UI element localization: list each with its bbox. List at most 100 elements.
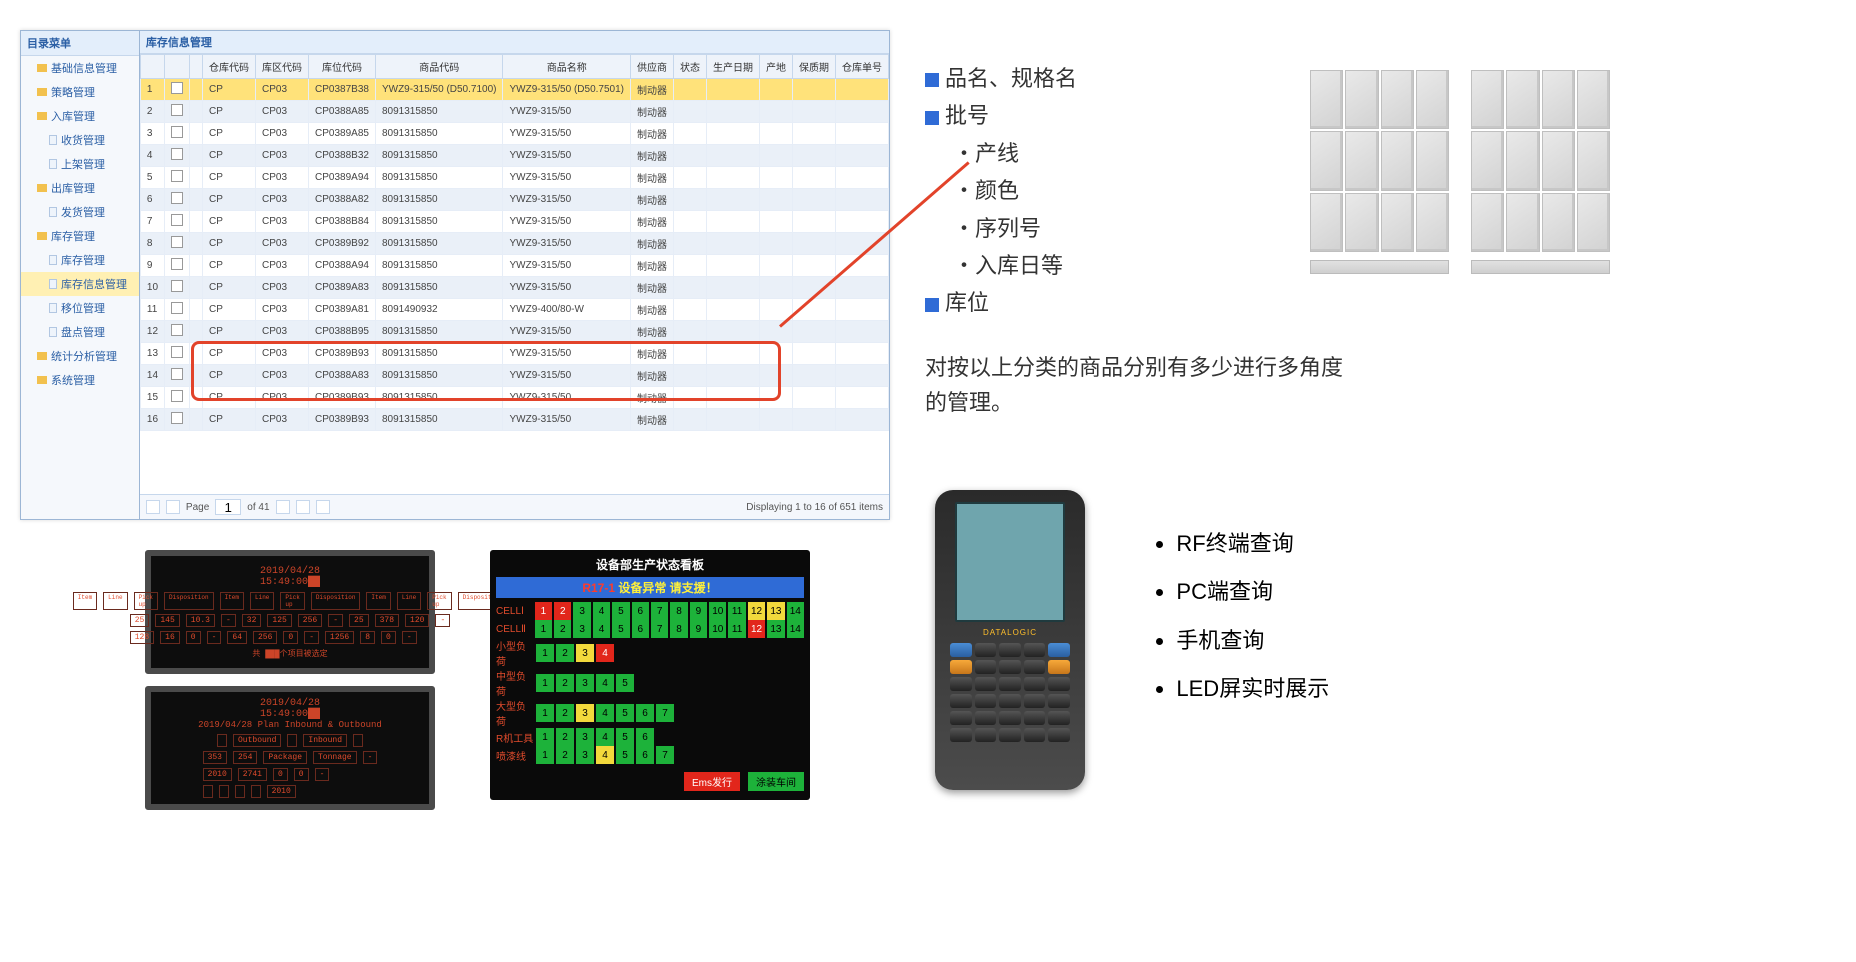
table-row[interactable]: 1CPCP03CP0387B38YWZ9-315/50 (D50.7100)YW… <box>140 79 888 101</box>
column-header[interactable]: 供应商 <box>631 55 674 79</box>
table-row[interactable]: 2CPCP03CP0388A858091315850YWZ9-315/50制动器 <box>140 101 888 123</box>
row-checkbox[interactable] <box>171 324 183 336</box>
description-text: 对按以上分类的商品分别有多少进行多角度的管理。 <box>925 350 1355 420</box>
column-header[interactable]: 状态 <box>674 55 707 79</box>
pager-page-label: Page <box>186 502 209 513</box>
square-bullet-icon <box>925 111 939 125</box>
wms-nav-item[interactable]: 上架管理 <box>21 152 139 176</box>
table-row[interactable]: 15CPCP03CP0389B938091315850YWZ9-315/50制动… <box>140 387 888 409</box>
wms-nav-item[interactable]: 系统管理 <box>21 368 139 392</box>
row-checkbox[interactable] <box>171 368 183 380</box>
column-header[interactable]: 商品代码 <box>375 55 503 79</box>
table-row[interactable]: 14CPCP03CP0388A838091315850YWZ9-315/50制动… <box>140 365 888 387</box>
andon-paint-button[interactable]: 涂装车间 <box>748 772 804 791</box>
query-item: 手机查询 <box>1176 617 1329 665</box>
row-checkbox[interactable] <box>171 214 183 226</box>
scanner-keypad <box>950 643 1070 742</box>
row-checkbox[interactable] <box>171 302 183 314</box>
table-row[interactable]: 6CPCP03CP0388A828091315850YWZ9-315/50制动器 <box>140 189 888 211</box>
pager-refresh-icon[interactable] <box>316 500 330 514</box>
table-row[interactable]: 12CPCP03CP0388B958091315850YWZ9-315/50制动… <box>140 321 888 343</box>
wms-nav-item[interactable]: 库存信息管理 <box>21 272 139 296</box>
wms-nav-item[interactable]: 基础信息管理 <box>21 56 139 80</box>
andon-cell: 3 <box>576 728 594 746</box>
wms-nav-item[interactable]: 库存管理 <box>21 224 139 248</box>
wms-nav-item[interactable]: 发货管理 <box>21 200 139 224</box>
scanner-brand: DATALOGIC <box>983 628 1037 637</box>
pager-of-label: of 41 <box>247 502 269 513</box>
wms-nav-item[interactable]: 出库管理 <box>21 176 139 200</box>
cube-icon <box>1345 70 1378 129</box>
row-checkbox[interactable] <box>171 280 183 292</box>
table-row[interactable]: 16CPCP03CP0389B938091315850YWZ9-315/50制动… <box>140 409 888 431</box>
table-row[interactable]: 9CPCP03CP0388A948091315850YWZ9-315/50制动器 <box>140 255 888 277</box>
andon-cell: 1 <box>535 620 552 638</box>
column-header[interactable]: 仓库单号 <box>836 55 889 79</box>
wms-nav-item[interactable]: 移位管理 <box>21 296 139 320</box>
andon-cell: 7 <box>651 620 668 638</box>
column-header[interactable]: 保质期 <box>793 55 836 79</box>
andon-cell: 1 <box>536 728 554 746</box>
query-item: RF终端查询 <box>1176 520 1329 568</box>
column-header[interactable]: 产地 <box>760 55 793 79</box>
column-header[interactable]: 生产日期 <box>707 55 760 79</box>
row-checkbox[interactable] <box>171 236 183 248</box>
column-header[interactable] <box>190 55 203 79</box>
andon-cell: 12 <box>748 602 765 620</box>
pager-next-icon[interactable] <box>276 500 290 514</box>
wms-nav-item[interactable]: 策略管理 <box>21 80 139 104</box>
scanner-key <box>975 660 997 674</box>
row-checkbox[interactable] <box>171 82 183 94</box>
scanner-key <box>950 711 972 725</box>
column-header[interactable]: 库区代码 <box>256 55 309 79</box>
table-row[interactable]: 3CPCP03CP0389A858091315850YWZ9-315/50制动器 <box>140 123 888 145</box>
wms-nav-item[interactable]: 库存管理 <box>21 248 139 272</box>
wms-nav-item[interactable]: 盘点管理 <box>21 320 139 344</box>
row-checkbox[interactable] <box>171 192 183 204</box>
andon-cell: 6 <box>636 704 654 722</box>
andon-cell: 4 <box>593 602 610 620</box>
wms-app-screenshot: 目录菜单 基础信息管理策略管理入库管理收货管理上架管理出库管理发货管理库存管理库… <box>20 30 890 520</box>
column-header[interactable]: 商品名称 <box>503 55 631 79</box>
row-checkbox[interactable] <box>171 346 183 358</box>
andon-cell: 11 <box>728 620 745 638</box>
andon-cell: 4 <box>596 674 614 692</box>
folder-icon <box>37 232 47 240</box>
andon-cell: 10 <box>709 620 726 638</box>
cube-icon <box>1577 70 1610 129</box>
row-checkbox[interactable] <box>171 126 183 138</box>
andon-ems-button[interactable]: Ems发行 <box>684 772 740 791</box>
column-header[interactable]: 仓库代码 <box>203 55 256 79</box>
row-checkbox[interactable] <box>171 104 183 116</box>
row-checkbox[interactable] <box>171 258 183 270</box>
scanner-key <box>950 677 972 691</box>
table-row[interactable]: 11CPCP03CP0389A818091490932YWZ9-400/80-W… <box>140 299 888 321</box>
andon-row: 小型负荷1234 <box>496 638 804 668</box>
table-row[interactable]: 10CPCP03CP0389A838091315850YWZ9-315/50制动… <box>140 277 888 299</box>
pager-page-input[interactable] <box>215 499 241 515</box>
table-row[interactable]: 8CPCP03CP0389B928091315850YWZ9-315/50制动器 <box>140 233 888 255</box>
wms-pager[interactable]: Page of 41 Displaying 1 to 16 of 651 ite… <box>140 494 889 519</box>
table-row[interactable]: 13CPCP03CP0389B938091315850YWZ9-315/50制动… <box>140 343 888 365</box>
row-checkbox[interactable] <box>171 148 183 160</box>
wms-nav-item[interactable]: 收货管理 <box>21 128 139 152</box>
query-item: LED屏实时展示 <box>1176 665 1329 713</box>
pager-prev-icon[interactable] <box>166 500 180 514</box>
wms-nav-item[interactable]: 入库管理 <box>21 104 139 128</box>
table-row[interactable]: 7CPCP03CP0388B848091315850YWZ9-315/50制动器 <box>140 211 888 233</box>
row-checkbox[interactable] <box>171 412 183 424</box>
andon-cell: 3 <box>576 674 594 692</box>
cube-icon <box>1381 131 1414 190</box>
pallet-plate <box>1471 260 1610 274</box>
andon-row: CELLⅠ1234567891011121314 <box>496 602 804 620</box>
andon-cell: 1 <box>536 674 554 692</box>
table-row[interactable]: 5CPCP03CP0389A948091315850YWZ9-315/50制动器 <box>140 167 888 189</box>
pager-first-icon[interactable] <box>146 500 160 514</box>
pager-last-icon[interactable] <box>296 500 310 514</box>
wms-nav-item[interactable]: 统计分析管理 <box>21 344 139 368</box>
column-header[interactable]: 库位代码 <box>309 55 376 79</box>
row-checkbox[interactable] <box>171 390 183 402</box>
table-row[interactable]: 4CPCP03CP0388B328091315850YWZ9-315/50制动器 <box>140 145 888 167</box>
row-checkbox[interactable] <box>171 170 183 182</box>
andon-row-label: R机工具 <box>496 730 534 745</box>
